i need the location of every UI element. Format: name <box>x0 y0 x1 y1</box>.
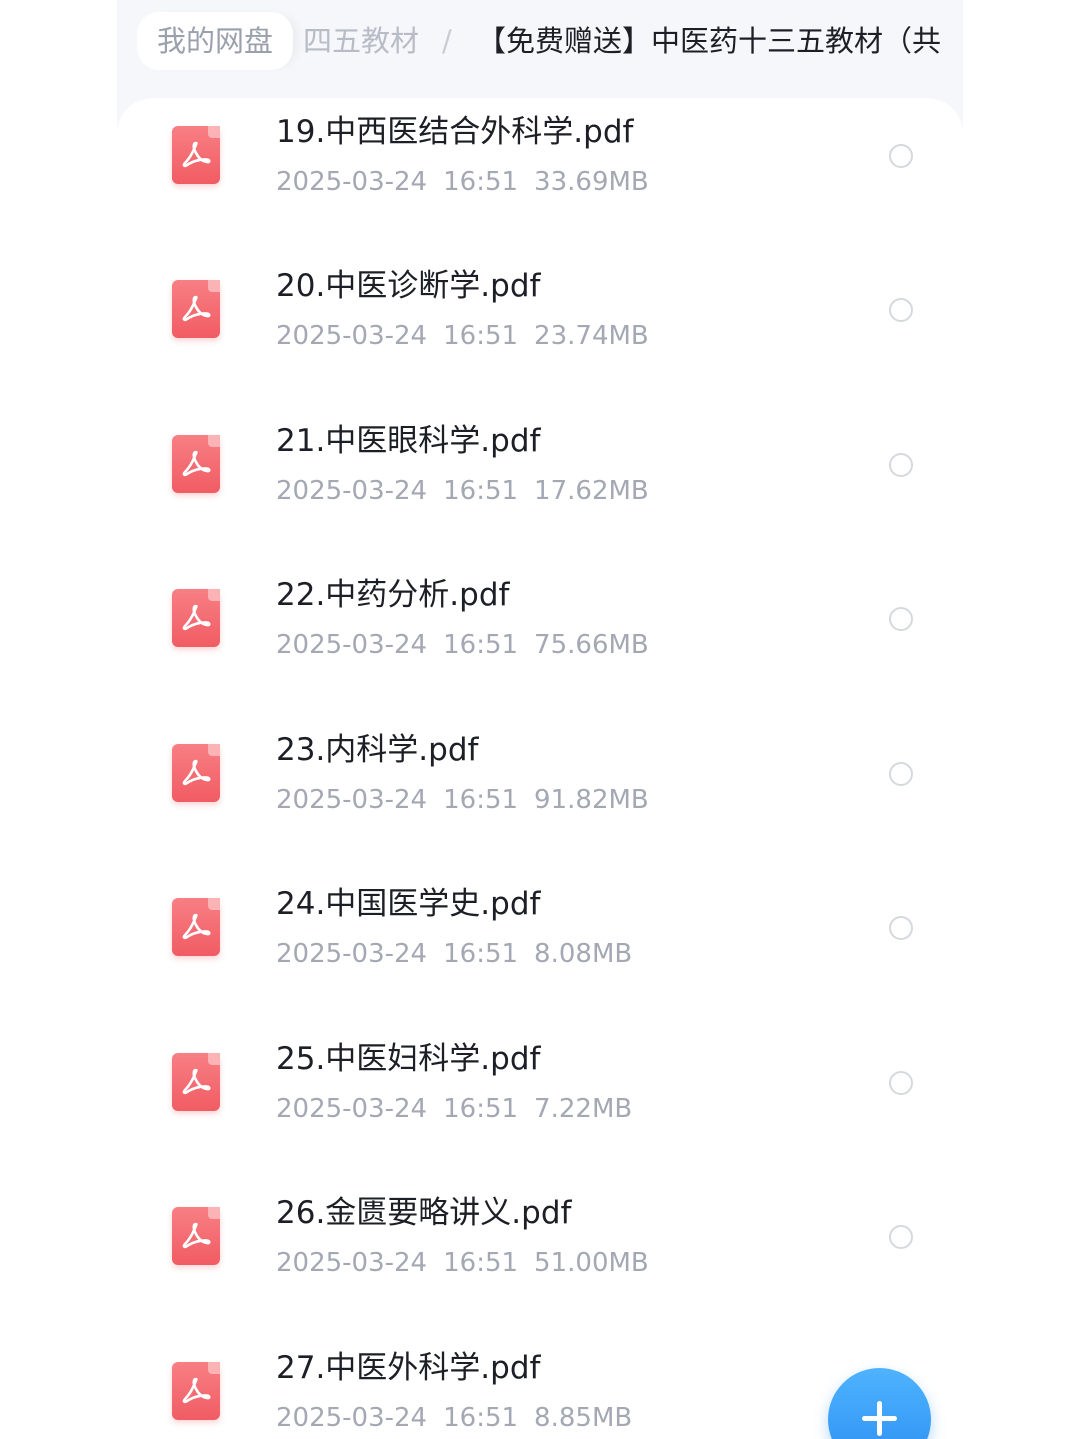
pdf-file-icon <box>172 1362 220 1420</box>
file-row[interactable]: 25.中医妇科学.pdf 2025-03-24 16:51 7.22MB <box>117 1025 963 1179</box>
file-name: 27.中医外科学.pdf <box>276 1350 541 1386</box>
select-radio[interactable] <box>889 607 913 631</box>
file-row[interactable]: 24.中国医学史.pdf 2025-03-24 16:51 8.08MB <box>117 870 963 1024</box>
file-size: 8.85MB <box>534 1403 633 1433</box>
select-radio[interactable] <box>889 144 913 168</box>
breadcrumb-current-folder: 【免费赠送】中医药十三五教材（共 <box>477 24 942 58</box>
file-size: 33.69MB <box>534 167 649 197</box>
file-time: 16:51 <box>443 630 519 660</box>
file-size: 75.66MB <box>534 630 649 660</box>
file-date: 2025-03-24 <box>276 1248 428 1278</box>
file-size: 7.22MB <box>534 1094 633 1124</box>
breadcrumb-folder[interactable]: 四五教材 <box>303 12 419 70</box>
pdf-file-icon <box>172 280 220 338</box>
acrobat-glyph-icon <box>182 450 211 477</box>
pdf-file-icon <box>172 744 220 802</box>
file-row[interactable]: 20.中医诊断学.pdf 2025-03-24 16:51 23.74MB <box>117 252 963 406</box>
file-name: 25.中医妇科学.pdf <box>276 1041 541 1077</box>
file-date: 2025-03-24 <box>276 939 428 969</box>
select-radio[interactable] <box>889 1071 913 1095</box>
file-name: 20.中医诊断学.pdf <box>276 268 541 304</box>
file-time: 16:51 <box>443 1403 519 1433</box>
pdf-file-icon <box>172 435 220 493</box>
file-size: 51.00MB <box>534 1248 649 1278</box>
file-time: 16:51 <box>443 167 519 197</box>
file-time: 16:51 <box>443 939 519 969</box>
pdf-file-icon <box>172 898 220 956</box>
file-time: 16:51 <box>443 785 519 815</box>
pdf-file-icon <box>172 1207 220 1265</box>
file-time: 16:51 <box>443 1248 519 1278</box>
file-meta: 2025-03-24 16:51 91.82MB <box>276 780 665 820</box>
acrobat-glyph-icon <box>182 759 211 786</box>
select-radio[interactable] <box>889 298 913 322</box>
file-size: 17.62MB <box>534 476 649 506</box>
file-row[interactable]: 26.金匮要略讲义.pdf 2025-03-24 16:51 51.00MB <box>117 1179 963 1333</box>
file-name: 21.中医眼科学.pdf <box>276 423 541 459</box>
acrobat-glyph-icon <box>182 141 211 168</box>
file-name: 26.金匮要略讲义.pdf <box>276 1195 572 1231</box>
file-meta: 2025-03-24 16:51 51.00MB <box>276 1243 665 1283</box>
breadcrumb-separator: / <box>442 24 452 58</box>
file-row[interactable]: 21.中医眼科学.pdf 2025-03-24 16:51 17.62MB <box>117 407 963 561</box>
pdf-file-icon <box>172 126 220 184</box>
file-meta: 2025-03-24 16:51 7.22MB <box>276 1089 648 1129</box>
file-time: 16:51 <box>443 321 519 351</box>
file-row[interactable]: 23.内科学.pdf 2025-03-24 16:51 91.82MB <box>117 716 963 870</box>
file-name: 22.中药分析.pdf <box>276 577 510 613</box>
breadcrumb-root[interactable]: 我的网盘 <box>137 12 294 70</box>
file-name: 19.中西医结合外科学.pdf <box>276 114 634 150</box>
file-date: 2025-03-24 <box>276 476 428 506</box>
breadcrumb: 四五教材 / 【免费赠送】中医药十三五教材（共 我的网盘 <box>117 0 963 98</box>
file-meta: 2025-03-24 16:51 75.66MB <box>276 625 665 665</box>
file-date: 2025-03-24 <box>276 1403 428 1433</box>
file-time: 16:51 <box>443 1094 519 1124</box>
file-meta: 2025-03-24 16:51 33.69MB <box>276 162 665 202</box>
file-meta: 2025-03-24 16:51 8.85MB <box>276 1398 648 1438</box>
file-list: 19.中西医结合外科学.pdf 2025-03-24 16:51 33.69MB 2… <box>117 98 963 1439</box>
pdf-file-icon <box>172 1053 220 1111</box>
file-row[interactable]: 22.中药分析.pdf 2025-03-24 16:51 75.66MB <box>117 561 963 715</box>
acrobat-glyph-icon <box>182 1222 211 1249</box>
select-radio[interactable] <box>889 762 913 786</box>
acrobat-glyph-icon <box>182 604 211 631</box>
app-screen: 四五教材 / 【免费赠送】中医药十三五教材（共 我的网盘 19.中西医结合外科学… <box>117 0 963 1439</box>
acrobat-glyph-icon <box>182 295 211 322</box>
file-row[interactable]: 19.中西医结合外科学.pdf 2025-03-24 16:51 33.69MB <box>117 98 963 252</box>
acrobat-glyph-icon <box>182 913 211 940</box>
select-radio[interactable] <box>889 1225 913 1249</box>
plus-icon <box>877 1401 882 1436</box>
file-date: 2025-03-24 <box>276 630 428 660</box>
file-size: 91.82MB <box>534 785 649 815</box>
file-date: 2025-03-24 <box>276 321 428 351</box>
file-name: 23.内科学.pdf <box>276 732 479 768</box>
file-date: 2025-03-24 <box>276 167 428 197</box>
file-date: 2025-03-24 <box>276 785 428 815</box>
file-name: 24.中国医学史.pdf <box>276 886 541 922</box>
file-size: 8.08MB <box>534 939 633 969</box>
file-meta: 2025-03-24 16:51 8.08MB <box>276 934 648 974</box>
file-date: 2025-03-24 <box>276 1094 428 1124</box>
file-meta: 2025-03-24 16:51 23.74MB <box>276 316 665 356</box>
acrobat-glyph-icon <box>182 1068 211 1095</box>
file-meta: 2025-03-24 16:51 17.62MB <box>276 471 665 511</box>
select-radio[interactable] <box>889 916 913 940</box>
select-radio[interactable] <box>889 453 913 477</box>
acrobat-glyph-icon <box>182 1377 211 1404</box>
file-size: 23.74MB <box>534 321 649 351</box>
file-time: 16:51 <box>443 476 519 506</box>
pdf-file-icon <box>172 589 220 647</box>
